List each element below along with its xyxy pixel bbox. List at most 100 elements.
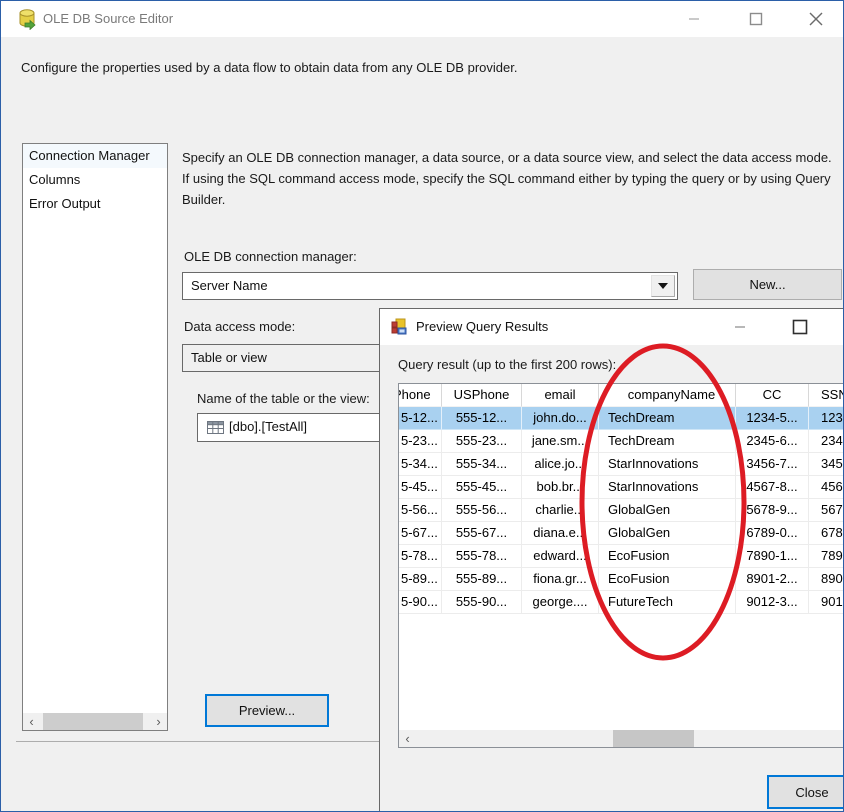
grid-cell[interactable]: 890-1 xyxy=(809,568,844,591)
grid-cell[interactable]: bob.br... xyxy=(522,476,599,499)
grid-header-cell-USPhone[interactable]: USPhone xyxy=(442,384,522,407)
grid-cell[interactable]: GlobalGen xyxy=(599,522,736,545)
grid-cell[interactable]: 555-90... xyxy=(442,591,522,614)
grid-row[interactable]: 5-23...555-23...jane.sm...TechDream2345-… xyxy=(399,430,844,453)
main-titlebar[interactable]: OLE DB Source Editor xyxy=(1,1,843,37)
grid-cell[interactable]: EcoFusion xyxy=(599,568,736,591)
table-name-label: Name of the table or the view: xyxy=(197,391,370,406)
grid-cell[interactable]: 456-7 xyxy=(809,476,844,499)
grid-row[interactable]: 5-56...555-56...charlie...GlobalGen5678-… xyxy=(399,499,844,522)
grid-cell[interactable]: 678-9 xyxy=(809,522,844,545)
grid-cell[interactable]: 123-4 xyxy=(809,407,844,430)
grid-header-cell-SSN[interactable]: SSN xyxy=(809,384,844,407)
preview-results-icon xyxy=(391,318,408,335)
grid-cell[interactable]: edward... xyxy=(522,545,599,568)
grid-cell[interactable]: george.... xyxy=(522,591,599,614)
grid-cell[interactable]: 9012-3... xyxy=(736,591,809,614)
grid-cell[interactable]: 5678-9... xyxy=(736,499,809,522)
grid-cell[interactable]: 7890-1... xyxy=(736,545,809,568)
table-icon xyxy=(207,420,224,435)
grid-cell[interactable]: GlobalGen xyxy=(599,499,736,522)
grid-cell[interactable]: jane.sm... xyxy=(522,430,599,453)
grid-cell[interactable]: 5-78... xyxy=(399,545,442,568)
grid-header-row: PhoneUSPhoneemailcompanyNameCCSSN xyxy=(399,384,844,407)
grid-cell[interactable]: 5-45... xyxy=(399,476,442,499)
grid-cell[interactable]: 3456-7... xyxy=(736,453,809,476)
grid-cell[interactable]: 555-89... xyxy=(442,568,522,591)
grid-cell[interactable]: 6789-0... xyxy=(736,522,809,545)
grid-row[interactable]: 5-89...555-89...fiona.gr...EcoFusion8901… xyxy=(399,568,844,591)
grid-row[interactable]: 5-78...555-78...edward...EcoFusion7890-1… xyxy=(399,545,844,568)
sidebar-item-connection-manager[interactable]: Connection Manager xyxy=(23,144,167,168)
preview-window-title: Preview Query Results xyxy=(416,309,548,345)
grid-header-cell-CC[interactable]: CC xyxy=(736,384,809,407)
sidebar-item-error-output[interactable]: Error Output xyxy=(23,192,167,216)
grid-cell[interactable]: 2345-6... xyxy=(736,430,809,453)
grid-cell[interactable]: diana.e... xyxy=(522,522,599,545)
ole-db-source-icon xyxy=(17,8,37,30)
page-instructions: Specify an OLE DB connection manager, a … xyxy=(182,147,842,210)
maximize-icon[interactable] xyxy=(778,309,822,345)
grid-cell[interactable]: 555-34... xyxy=(442,453,522,476)
grid-cell[interactable]: 8901-2... xyxy=(736,568,809,591)
grid-header-cell-email[interactable]: email xyxy=(522,384,599,407)
grid-cell[interactable]: 555-56... xyxy=(442,499,522,522)
preview-button[interactable]: Preview... xyxy=(205,694,329,727)
grid-cell[interactable]: 555-78... xyxy=(442,545,522,568)
close-button[interactable]: Close xyxy=(767,775,844,809)
grid-cell[interactable]: charlie... xyxy=(522,499,599,522)
grid-cell[interactable]: 5-56... xyxy=(399,499,442,522)
connection-manager-combobox[interactable]: Server Name xyxy=(182,272,678,300)
grid-row[interactable]: 5-67...555-67...diana.e...GlobalGen6789-… xyxy=(399,522,844,545)
grid-row[interactable]: 5-90...555-90...george....FutureTech9012… xyxy=(399,591,844,614)
grid-cell[interactable]: 555-45... xyxy=(442,476,522,499)
grid-cell[interactable]: StarInnovations xyxy=(599,453,736,476)
grid-cell[interactable]: 5-67... xyxy=(399,522,442,545)
grid-header-cell-Phone[interactable]: Phone xyxy=(399,384,442,407)
chevron-down-icon[interactable] xyxy=(651,275,675,297)
minimize-icon[interactable] xyxy=(672,1,716,37)
grid-cell[interactable]: EcoFusion xyxy=(599,545,736,568)
scroll-left-icon[interactable]: ‹ xyxy=(23,713,40,730)
connection-manager-value: Server Name xyxy=(191,273,268,299)
grid-row[interactable]: 5-45...555-45...bob.br...StarInnovations… xyxy=(399,476,844,499)
grid-cell[interactable]: fiona.gr... xyxy=(522,568,599,591)
scroll-right-icon[interactable]: › xyxy=(150,713,167,730)
grid-cell[interactable]: 567-8 xyxy=(809,499,844,522)
pages-list-hscrollbar[interactable]: ‹ › xyxy=(23,713,167,730)
grid-cell[interactable]: 5-34... xyxy=(399,453,442,476)
maximize-icon[interactable] xyxy=(734,1,778,37)
grid-row[interactable]: 5-34...555-34...alice.jo...StarInnovatio… xyxy=(399,453,844,476)
grid-cell[interactable]: TechDream xyxy=(599,430,736,453)
grid-cell[interactable]: 5-89... xyxy=(399,568,442,591)
grid-cell[interactable]: 5-23... xyxy=(399,430,442,453)
grid-cell[interactable]: 5-12... xyxy=(399,407,442,430)
grid-cell[interactable]: 555-67... xyxy=(442,522,522,545)
scroll-left-icon[interactable]: ‹ xyxy=(399,730,416,747)
close-icon[interactable] xyxy=(794,1,838,37)
grid-cell[interactable]: 789-0 xyxy=(809,545,844,568)
grid-cell[interactable]: 345-6 xyxy=(809,453,844,476)
grid-cell[interactable]: FutureTech xyxy=(599,591,736,614)
scrollbar-thumb[interactable] xyxy=(613,730,694,747)
grid-row[interactable]: 5-12...555-12...john.do...TechDream1234-… xyxy=(399,407,844,430)
grid-hscrollbar[interactable]: ‹ xyxy=(399,730,844,747)
grid-cell[interactable]: 901-2 xyxy=(809,591,844,614)
scrollbar-thumb[interactable] xyxy=(43,713,143,730)
grid-cell[interactable]: 555-12... xyxy=(442,407,522,430)
grid-cell[interactable]: john.do... xyxy=(522,407,599,430)
query-results-grid: PhoneUSPhoneemailcompanyNameCCSSN 5-12..… xyxy=(398,383,844,748)
preview-titlebar[interactable]: Preview Query Results xyxy=(380,309,844,345)
grid-cell[interactable]: 4567-8... xyxy=(736,476,809,499)
sidebar-item-columns[interactable]: Columns xyxy=(23,168,167,192)
grid-cell[interactable]: 555-23... xyxy=(442,430,522,453)
grid-cell[interactable]: 5-90... xyxy=(399,591,442,614)
grid-cell[interactable]: 1234-5... xyxy=(736,407,809,430)
grid-cell[interactable]: 234-5 xyxy=(809,430,844,453)
minimize-icon[interactable] xyxy=(718,309,762,345)
grid-cell[interactable]: TechDream xyxy=(599,407,736,430)
new-button[interactable]: New... xyxy=(693,269,842,300)
grid-header-cell-companyName[interactable]: companyName xyxy=(599,384,736,407)
grid-cell[interactable]: alice.jo... xyxy=(522,453,599,476)
grid-cell[interactable]: StarInnovations xyxy=(599,476,736,499)
